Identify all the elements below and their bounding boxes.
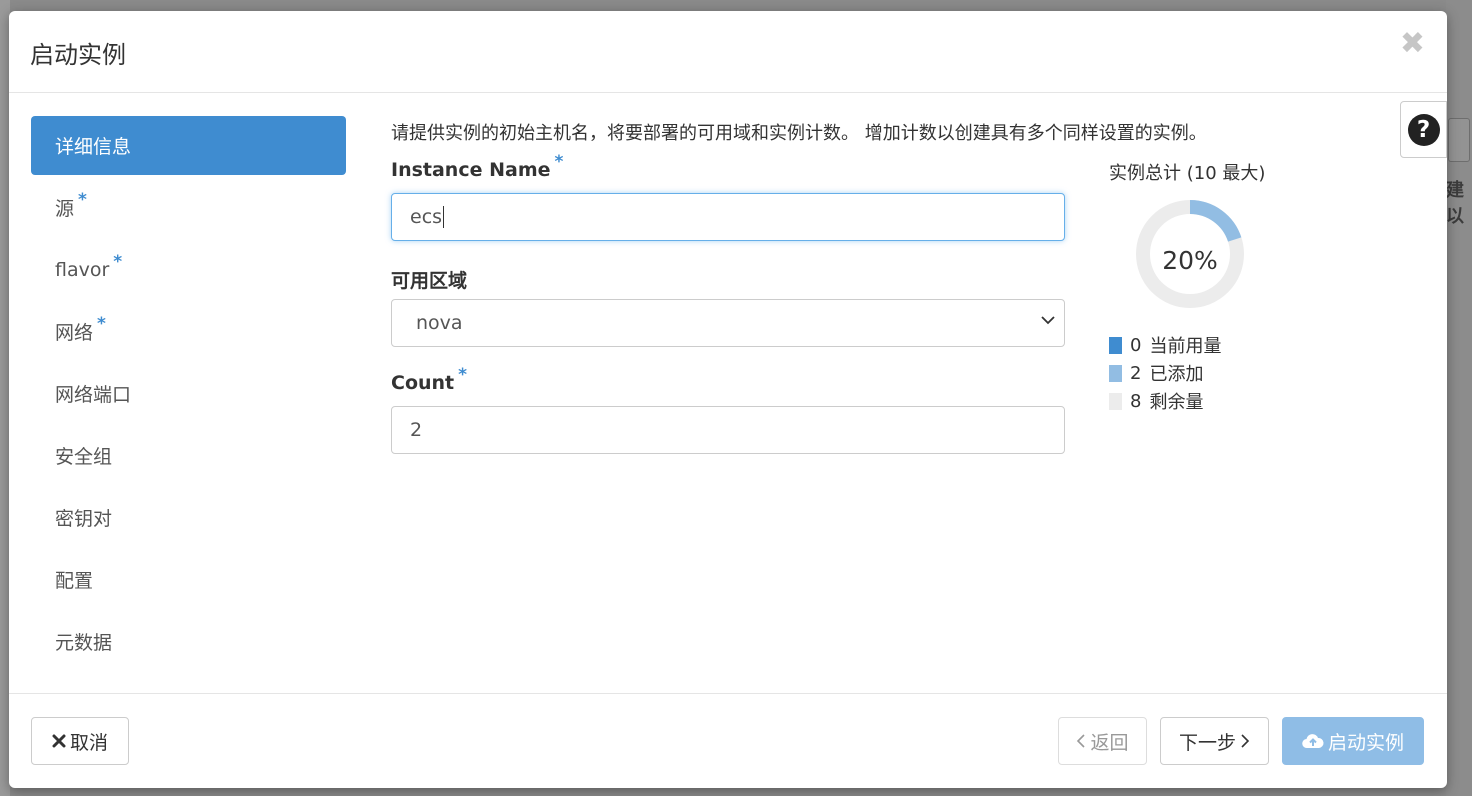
zone-label: 可用区域 <box>391 270 468 292</box>
count-label: Count * <box>391 365 467 394</box>
legend-item-added: 2 已添加 <box>1109 359 1221 387</box>
dialog-header: 启动实例 ✖ <box>9 11 1447 93</box>
details-form: 请提供实例的初始主机名，将要部署的可用域和实例计数。 增加计数以创建具有多个同样… <box>391 116 1207 454</box>
launch-instance-dialog: 启动实例 ✖ ? 详细信息 源 * flavor * 网络 * 网络端口 安全组… <box>9 11 1447 788</box>
launch-instance-button[interactable]: 启动实例 <box>1282 717 1424 765</box>
count-label-text: Count <box>391 372 455 394</box>
instance-name-value: ecs <box>410 206 443 228</box>
nav-item-label: 配置 <box>55 570 94 592</box>
nav-item-label: 网络端口 <box>55 384 132 406</box>
legend-swatch <box>1109 364 1122 382</box>
nav-item-label: 安全组 <box>55 446 113 468</box>
usage-title: 实例总计 (10 最大) <box>1109 163 1266 184</box>
required-marker: * <box>113 251 123 272</box>
legend-item-remaining: 8 剩余量 <box>1109 387 1221 415</box>
wizard-nav: 详细信息 源 * flavor * 网络 * 网络端口 安全组 密钥对 配置 元… <box>31 116 346 674</box>
next-button[interactable]: 下一步 <box>1160 717 1269 765</box>
nav-item-security-groups[interactable]: 安全组 <box>31 426 346 485</box>
legend-label: 剩余量 <box>1149 392 1204 413</box>
nav-item-network-ports[interactable]: 网络端口 <box>31 364 346 423</box>
nav-item-network[interactable]: 网络 * <box>31 302 346 361</box>
launch-button-label: 启动实例 <box>1327 731 1404 754</box>
zone-select-value: nova <box>416 312 463 334</box>
required-marker: * <box>78 189 87 210</box>
back-button[interactable]: 返回 <box>1058 717 1147 765</box>
nav-item-metadata[interactable]: 元数据 <box>31 612 346 671</box>
chevron-right-icon <box>1240 733 1250 749</box>
nav-item-details[interactable]: 详细信息 <box>31 116 346 175</box>
legend-value: 8 <box>1130 390 1142 412</box>
instance-name-label: Instance Name * <box>391 152 563 181</box>
nav-item-label: 元数据 <box>55 632 113 654</box>
legend-label: 已添加 <box>1149 364 1204 385</box>
background-button <box>1448 118 1470 162</box>
help-button[interactable]: ? <box>1400 101 1447 158</box>
instance-usage-panel: 实例总计 (10 最大) 20% 0 当前用量 2 已添加 8 剩余量 <box>1109 159 1349 413</box>
legend-item-current: 0 当前用量 <box>1109 331 1221 359</box>
instance-name-input[interactable]: ecs <box>391 193 1065 241</box>
legend-swatch <box>1109 336 1122 354</box>
cancel-button[interactable]: 取消 <box>31 717 129 765</box>
required-marker: * <box>554 152 564 172</box>
usage-legend: 0 当前用量 2 已添加 8 剩余量 <box>1109 331 1221 415</box>
nav-item-label: 网络 <box>55 322 94 344</box>
usage-percent: 20% <box>1162 246 1218 275</box>
nav-item-label: 密钥对 <box>55 508 113 530</box>
chevron-down-icon <box>1041 316 1055 325</box>
zone-select[interactable]: nova <box>391 299 1065 347</box>
back-button-label: 返回 <box>1090 731 1129 754</box>
close-icon <box>52 734 66 748</box>
legend-swatch <box>1109 392 1122 410</box>
text-cursor <box>443 206 445 228</box>
chevron-left-icon <box>1076 733 1086 749</box>
form-description: 请提供实例的初始主机名，将要部署的可用域和实例计数。 增加计数以创建具有多个同样… <box>391 123 1207 144</box>
nav-item-flavor[interactable]: flavor * <box>31 240 346 299</box>
instance-name-label-text: Instance Name <box>391 159 551 181</box>
count-input[interactable]: 2 <box>391 406 1065 454</box>
required-marker: * <box>458 365 468 385</box>
nav-item-source[interactable]: 源 * <box>31 178 346 237</box>
required-marker: * <box>97 313 106 334</box>
background-app-right: 建以 <box>1446 0 1472 796</box>
nav-item-label: flavor <box>55 258 110 281</box>
background-text: 建以 <box>1446 180 1464 227</box>
dialog-title: 启动实例 <box>30 41 126 69</box>
nav-item-configuration[interactable]: 配置 <box>31 550 346 609</box>
nav-item-label: 详细信息 <box>55 136 132 158</box>
close-icon[interactable]: ✖ <box>1400 29 1425 59</box>
legend-value: 2 <box>1130 362 1142 384</box>
count-value: 2 <box>410 419 423 441</box>
nav-item-label: 源 <box>55 198 75 220</box>
donut-added <box>1189 200 1242 242</box>
question-circle-icon: ? <box>1407 113 1440 146</box>
legend-label: 当前用量 <box>1149 336 1222 357</box>
next-button-label: 下一步 <box>1178 731 1236 754</box>
dialog-footer: 取消 返回 下一步 启动实例 <box>9 693 1447 788</box>
legend-value: 0 <box>1130 334 1142 356</box>
cloud-upload-icon <box>1302 733 1324 749</box>
nav-item-key-pair[interactable]: 密钥对 <box>31 488 346 547</box>
cancel-button-label: 取消 <box>69 731 108 754</box>
